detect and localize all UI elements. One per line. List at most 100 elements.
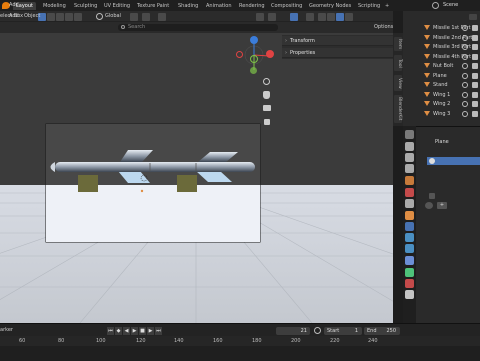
play-reverse-button[interactable]: ◀ xyxy=(123,327,130,335)
outliner-row[interactable]: Missile 3rd Part xyxy=(403,43,480,52)
xray-toggle-icon[interactable] xyxy=(306,13,314,21)
shading-solid-icon[interactable] xyxy=(327,13,335,21)
transform-orientation-dropdown[interactable]: Global xyxy=(105,13,121,19)
render-tab-icon[interactable] xyxy=(405,142,414,151)
tab-workspace-animation[interactable]: Animation xyxy=(203,2,235,10)
tab-workspace-geometry-nodes[interactable]: Geometry Nodes xyxy=(306,2,354,10)
outliner-row[interactable]: Missile 1st Part xyxy=(403,24,480,33)
start-frame-field[interactable]: Start 1 xyxy=(324,327,362,335)
tab-item[interactable]: Item xyxy=(394,37,402,51)
outliner-row[interactable]: Wing 2 xyxy=(403,100,480,109)
clock-icon[interactable] xyxy=(314,327,321,334)
visibility-filter-icon[interactable] xyxy=(256,13,264,21)
eye-icon[interactable] xyxy=(462,72,468,79)
camera-icon[interactable] xyxy=(472,53,478,60)
camera-view-icon[interactable] xyxy=(263,105,271,111)
camera-icon[interactable] xyxy=(472,91,478,98)
tab-tool[interactable]: Tool xyxy=(394,55,402,71)
jump-start-button[interactable]: ⏮ xyxy=(107,327,114,335)
camera-icon[interactable] xyxy=(472,34,478,41)
camera-icon[interactable] xyxy=(472,25,478,31)
eye-icon[interactable] xyxy=(462,34,468,41)
jump-end-button[interactable]: ⏭ xyxy=(155,327,162,335)
snap-icon[interactable] xyxy=(142,13,150,21)
eye-icon[interactable] xyxy=(462,63,468,69)
select-invert-icon[interactable] xyxy=(65,13,73,21)
eye-icon[interactable] xyxy=(462,25,468,31)
world-tab-icon[interactable] xyxy=(405,188,414,197)
frame-ruler[interactable] xyxy=(0,336,480,346)
eye-icon[interactable] xyxy=(462,91,468,98)
shading-wireframe-icon[interactable] xyxy=(318,13,326,21)
shading-rendered-icon[interactable] xyxy=(345,13,353,21)
material-browse-icon[interactable] xyxy=(425,202,433,209)
object-name-label[interactable]: Plane xyxy=(435,139,449,145)
outliner-filter-icon[interactable] xyxy=(469,14,477,20)
global-transform-icon[interactable] xyxy=(96,13,103,20)
scene-icon[interactable] xyxy=(432,2,439,9)
texture-tab-icon[interactable] xyxy=(405,290,414,299)
eye-icon[interactable] xyxy=(462,82,468,88)
physics-tab-icon[interactable] xyxy=(405,244,414,253)
camera-icon[interactable] xyxy=(472,82,478,88)
menu-object[interactable]: Object xyxy=(24,13,40,19)
gizmo-z-positive-icon[interactable] xyxy=(250,36,258,44)
menu-add[interactable]: Add xyxy=(9,2,19,8)
tab-workspace-texture-paint[interactable]: Texture Paint xyxy=(134,2,172,10)
add-workspace-button[interactable]: + xyxy=(382,2,392,10)
menu-add[interactable]: Add xyxy=(9,13,19,19)
select-intersect-icon[interactable] xyxy=(74,13,82,21)
camera-icon[interactable] xyxy=(472,44,478,50)
options-dropdown[interactable]: Options xyxy=(374,24,393,30)
select-subtract-icon[interactable] xyxy=(56,13,64,21)
tab-workspace-shading[interactable]: Shading xyxy=(175,2,201,10)
tab-workspace-compositing[interactable]: Compositing xyxy=(268,2,305,10)
camera-icon[interactable] xyxy=(472,101,478,107)
scene-tab-icon[interactable] xyxy=(405,176,414,185)
gizmo-x-positive-icon[interactable] xyxy=(266,50,274,58)
outliner-row[interactable]: Plane xyxy=(403,72,480,81)
output-tab-icon[interactable] xyxy=(405,153,414,162)
object-tab-icon[interactable] xyxy=(405,211,414,220)
eye-icon[interactable] xyxy=(462,110,468,117)
zoom-icon[interactable] xyxy=(263,78,270,85)
overlay-toggle-icon[interactable] xyxy=(290,13,298,21)
tab-workspace-modeling[interactable]: Modeling xyxy=(40,2,69,10)
pivot-icon[interactable] xyxy=(130,13,138,21)
outliner-row[interactable]: Wing 3 xyxy=(403,110,480,119)
outliner-row[interactable]: Missile 2nd Part xyxy=(403,34,480,43)
gizmo-toggle-icon[interactable] xyxy=(268,13,276,21)
search-field[interactable]: Search xyxy=(118,24,278,31)
timeline-scrub-area[interactable] xyxy=(0,346,480,361)
modifier-tab-icon[interactable] xyxy=(405,222,414,231)
scene-label[interactable]: Scene xyxy=(443,2,458,8)
constraints-tab-icon[interactable] xyxy=(405,256,414,265)
material-slot-selected[interactable] xyxy=(427,157,480,165)
material-tab-icon[interactable] xyxy=(405,279,414,288)
eye-icon[interactable] xyxy=(462,53,468,60)
tool-tab-icon[interactable] xyxy=(405,130,414,139)
play-button[interactable]: ▶ xyxy=(131,327,138,335)
proportional-edit-icon[interactable] xyxy=(158,13,166,21)
gizmo-y-positive-icon[interactable] xyxy=(250,55,258,63)
view-layer-tab-icon[interactable] xyxy=(405,164,414,173)
add-material-slot-button[interactable] xyxy=(429,193,435,199)
properties-panel[interactable]: Properties xyxy=(282,48,393,58)
tab-workspace-scripting[interactable]: Scripting xyxy=(355,2,383,10)
tab-workspace-sculpting[interactable]: Sculpting xyxy=(71,2,100,10)
jump-keyframe-back-button[interactable]: ◆ xyxy=(115,327,122,335)
current-frame-field[interactable]: 21 xyxy=(276,327,310,335)
stop-button[interactable]: ■ xyxy=(139,327,146,335)
transform-panel[interactable]: Transform xyxy=(282,36,393,46)
eye-icon[interactable] xyxy=(462,44,468,50)
gizmo-y-negative-icon[interactable] xyxy=(250,67,257,74)
eye-icon[interactable] xyxy=(462,101,468,107)
camera-icon[interactable] xyxy=(472,63,478,69)
marker-menu[interactable]: arker xyxy=(0,327,13,333)
tab-workspace-rendering[interactable]: Rendering xyxy=(236,2,268,10)
camera-icon[interactable] xyxy=(472,110,478,117)
particles-tab-icon[interactable] xyxy=(405,233,414,242)
outliner-row[interactable]: Stand xyxy=(403,81,480,90)
tab-workspace-uv-editing[interactable]: UV Editing xyxy=(101,2,133,10)
gizmo-x-negative-icon[interactable] xyxy=(236,51,243,58)
